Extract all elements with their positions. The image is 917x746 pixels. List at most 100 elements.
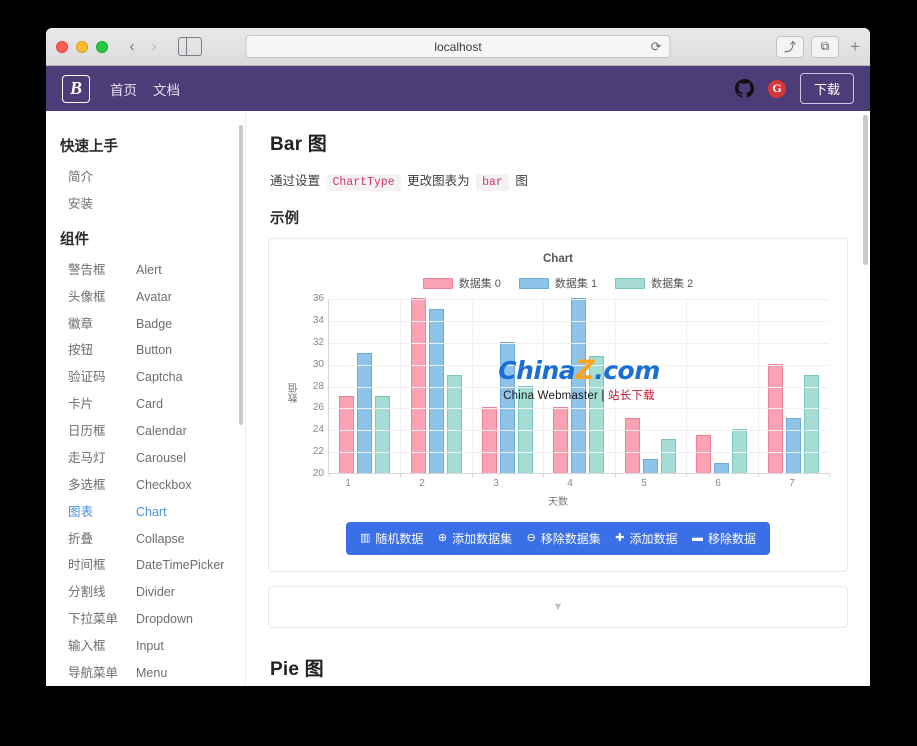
chart-example-card: Chart 数据集 0数据集 1数据集 2 数值 202224262830323… [268,238,848,572]
sidebar-item-input[interactable]: 输入框Input [46,633,246,660]
address-bar[interactable]: localhost ⟳ [246,35,671,58]
legend-label: 数据集 2 [651,275,693,291]
reload-icon[interactable]: ⟳ [651,39,662,55]
add-dataset-button[interactable]: ⊕添加数据集 [438,530,512,547]
back-button[interactable]: ‹ [122,36,142,58]
plus-circle-icon: ⊕ [438,533,447,544]
bar[interactable] [500,342,515,473]
sidebar-item-label-cn: 徽章 [68,316,136,333]
sidebar-item-chart[interactable]: 图表Chart [46,499,246,526]
share-icon[interactable]: ⤴ [776,36,804,58]
new-tab-icon[interactable]: + [846,37,860,57]
sidebar-item-card[interactable]: 卡片Card [46,391,246,418]
add-data-button[interactable]: ✚添加数据 [615,530,677,547]
gitee-icon[interactable]: G [768,80,786,98]
close-window-button[interactable] [56,41,68,53]
sidebar-item-label-cn: 导航菜单 [68,665,136,682]
bar[interactable] [732,429,747,473]
sidebar-item-label-cn: 图表 [68,504,136,521]
legend-item[interactable]: 数据集 2 [615,275,693,291]
sidebar-item-collapse[interactable]: 折叠Collapse [46,526,246,553]
bar[interactable] [589,356,604,473]
sidebar-item-label-en: Calendar [136,423,187,440]
sidebar-item-简介[interactable]: 简介 [46,164,246,191]
nav-link-docs[interactable]: 文档 [153,79,180,99]
sidebar-item-badge[interactable]: 徽章Badge [46,311,246,338]
bar[interactable] [447,375,462,473]
sidebar-toggle-icon[interactable] [178,37,202,56]
docs-sidebar: 快速上手简介安装组件警告框Alert头像框Avatar徽章Badge按钮Butt… [46,111,246,686]
sidebar-item-datetimepicker[interactable]: 时间框DateTimePicker [46,552,246,579]
main-scrollbar[interactable] [863,115,868,265]
bar[interactable] [518,386,533,474]
sidebar-item-label-cn: 折叠 [68,531,136,548]
minimize-window-button[interactable] [76,41,88,53]
sidebar-item-avatar[interactable]: 头像框Avatar [46,284,246,311]
bar[interactable] [625,418,640,473]
gridline-horizontal [329,365,829,366]
x-axis-tick-label: 1 [311,478,385,489]
sidebar-item-label-en: Avatar [136,289,172,306]
remove-dataset-button[interactable]: ⊖移除数据集 [527,530,601,547]
github-icon[interactable] [735,79,754,98]
sidebar-scrollbar[interactable] [239,125,243,425]
bar[interactable] [571,298,586,473]
tab-overview-icon[interactable]: ⧉ [811,36,839,58]
sidebar-item-alert[interactable]: 警告框Alert [46,257,246,284]
bar[interactable] [553,407,568,473]
maximize-window-button[interactable] [96,41,108,53]
sidebar-item-dropdown[interactable]: 下拉菜单Dropdown [46,606,246,633]
legend-item[interactable]: 数据集 1 [519,275,597,291]
code-charttype: ChartType [327,174,401,191]
bar[interactable] [482,407,497,473]
x-axis-tick-label: 3 [459,478,533,489]
bar[interactable] [661,439,676,473]
toolbar-button-label: 移除数据 [708,530,756,547]
download-button[interactable]: 下载 [800,73,854,104]
collapsed-code-card[interactable]: ▼ [268,586,848,628]
legend-item[interactable]: 数据集 0 [423,275,501,291]
bar[interactable] [786,418,801,473]
y-axis-tick-label: 24 [313,425,324,435]
sidebar-item-label-en: Carousel [136,450,186,467]
minus-icon: ▬ [692,533,703,544]
legend-swatch-icon [615,278,645,289]
sidebar-item-安装[interactable]: 安装 [46,191,246,218]
bar[interactable] [768,364,783,473]
sidebar-item-label-cn: 分割线 [68,584,136,601]
site-nav-right: G 下载 [735,73,854,104]
chart-title: Chart [287,253,829,265]
legend-label: 数据集 1 [555,275,597,291]
sidebar-item-divider[interactable]: 分割线Divider [46,579,246,606]
sidebar-item-label-cn: 卡片 [68,396,136,413]
nav-link-home[interactable]: 首页 [110,79,137,99]
sidebar-item-checkbox[interactable]: 多选框Checkbox [46,472,246,499]
bar[interactable] [714,463,729,473]
gridline-horizontal [329,452,829,453]
chart-canvas[interactable]: ChinaZ.com China Webmaster | 站长下载 [328,299,829,474]
chevron-down-icon[interactable]: ▼ [553,601,564,613]
site-logo[interactable]: B [62,75,90,103]
bar[interactable] [429,309,444,473]
gridline-horizontal [329,408,829,409]
bar[interactable] [411,298,426,473]
page-title: Bar 图 [270,129,848,156]
sidebar-item-calendar[interactable]: 日历框Calendar [46,418,246,445]
sidebar-item-captcha[interactable]: 验证码Captcha [46,364,246,391]
example-heading-bar: 示例 [270,207,848,228]
bar[interactable] [804,375,819,473]
randomize-data-button[interactable]: ▥随机数据 [360,530,423,547]
y-axis-tick-label: 20 [313,469,324,479]
x-axis-tickmark [472,473,473,477]
sidebar-item-carousel[interactable]: 走马灯Carousel [46,445,246,472]
sidebar-item-button[interactable]: 按钮Button [46,337,246,364]
gridline-vertical [758,299,759,473]
sidebar-item-label-en: Menu [136,665,167,682]
forward-button[interactable]: › [144,36,164,58]
bar[interactable] [643,459,658,473]
sidebar-item-menu[interactable]: 导航菜单Menu [46,660,246,686]
sidebar-item-label-cn: 下拉菜单 [68,611,136,628]
bar[interactable] [357,353,372,473]
bar[interactable] [696,435,711,473]
remove-data-button[interactable]: ▬ 移除数据 [692,530,756,547]
